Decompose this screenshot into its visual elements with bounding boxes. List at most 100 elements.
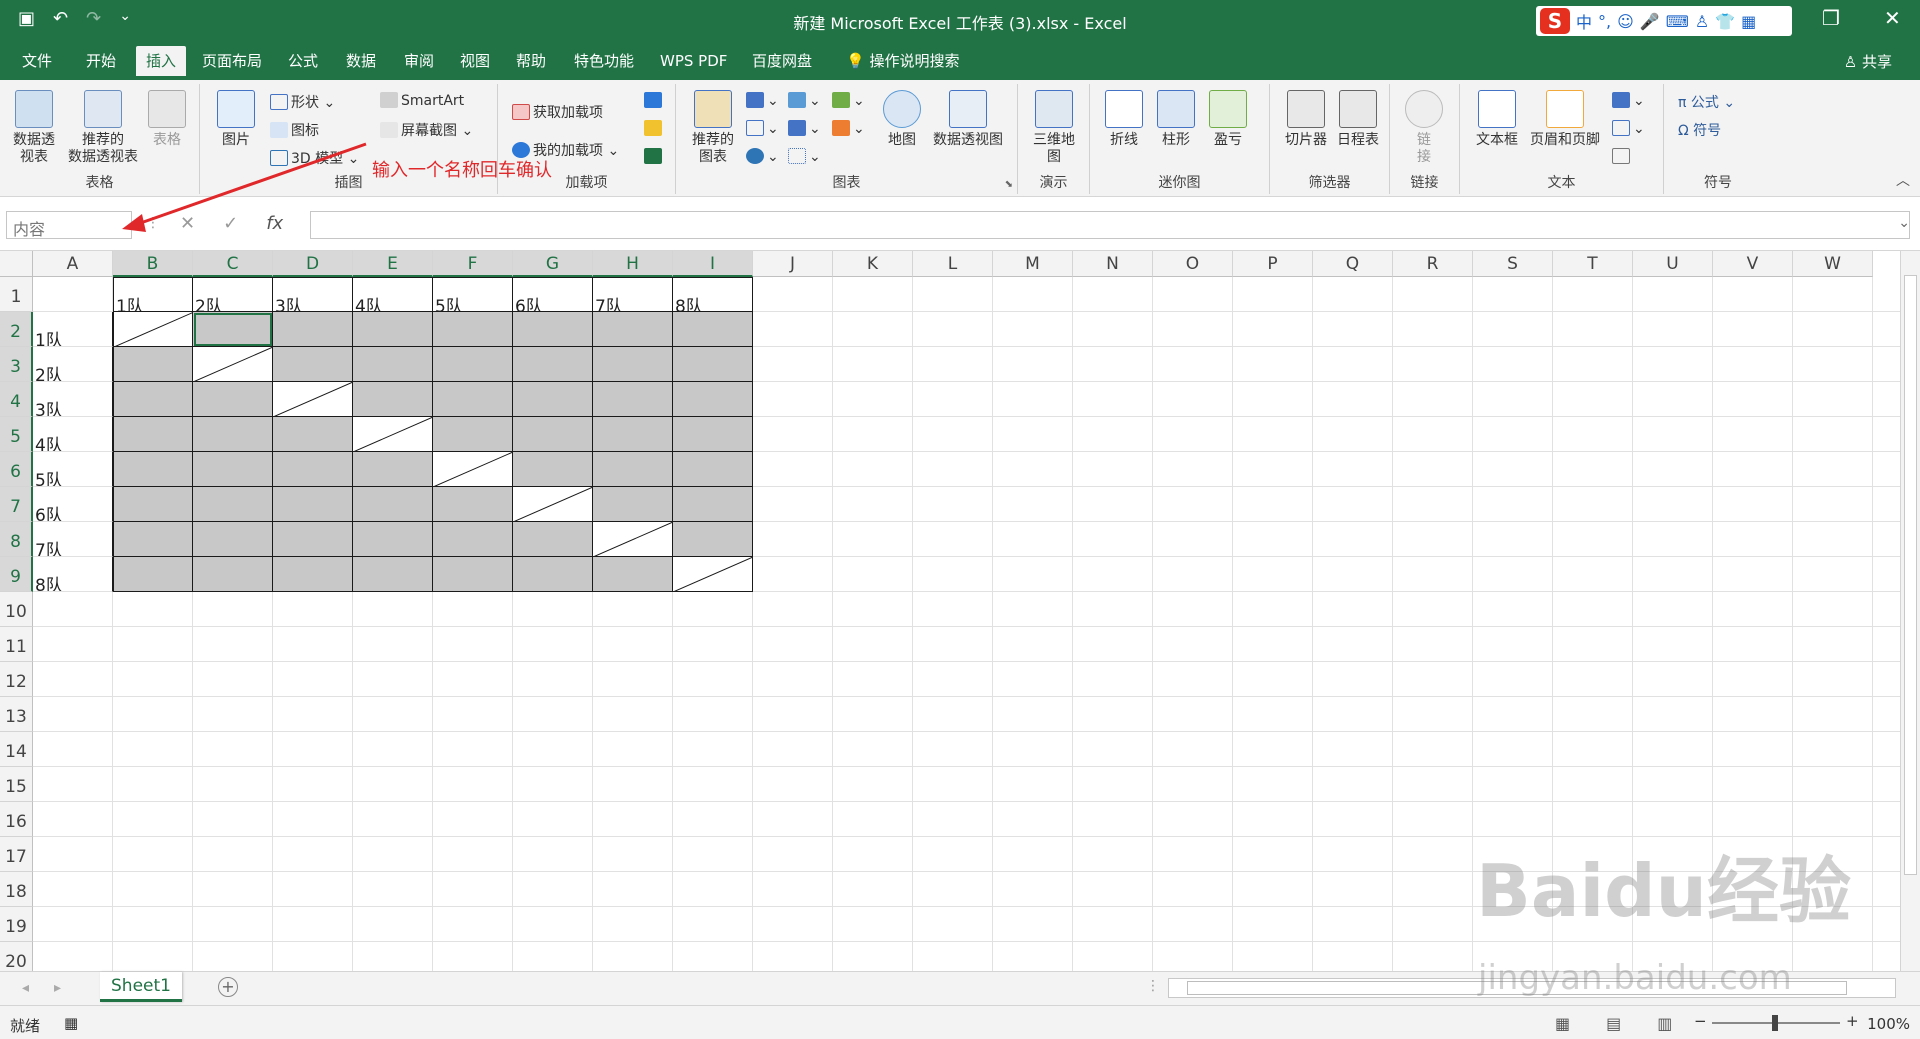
match-cell[interactable]: [593, 487, 673, 522]
match-cell[interactable]: [193, 557, 273, 592]
row-header-10[interactable]: 10: [0, 592, 33, 627]
column-header-p[interactable]: P: [1233, 251, 1313, 277]
column-header-k[interactable]: K: [833, 251, 913, 277]
diagonal-cell[interactable]: [113, 312, 193, 347]
zoom-slider-knob[interactable]: [1772, 1015, 1778, 1031]
column-header-v[interactable]: V: [1713, 251, 1793, 277]
team-row-label[interactable]: 2队: [33, 347, 113, 382]
match-cell[interactable]: [593, 347, 673, 382]
match-cell[interactable]: [353, 347, 433, 382]
prev-sheet-icon[interactable]: ◂: [22, 980, 29, 996]
zoom-in-icon[interactable]: +: [1846, 1012, 1859, 1030]
row-header-4[interactable]: 4: [0, 382, 33, 417]
column-header-m[interactable]: M: [993, 251, 1073, 277]
column-header-d[interactable]: D: [273, 251, 353, 277]
column-header-b[interactable]: B: [113, 251, 193, 277]
column-header-w[interactable]: W: [1793, 251, 1873, 277]
column-header-j[interactable]: J: [753, 251, 833, 277]
match-cell[interactable]: [193, 382, 273, 417]
match-cell[interactable]: [193, 487, 273, 522]
match-cell[interactable]: [433, 557, 513, 592]
match-cell[interactable]: [273, 417, 353, 452]
match-cell[interactable]: [193, 452, 273, 487]
match-cell[interactable]: [433, 522, 513, 557]
diagonal-cell[interactable]: [193, 347, 273, 382]
column-header-c[interactable]: C: [193, 251, 273, 277]
match-cell[interactable]: [513, 312, 593, 347]
match-cell[interactable]: [353, 522, 433, 557]
row-header-6[interactable]: 6: [0, 452, 33, 487]
match-cell[interactable]: [593, 382, 673, 417]
column-header-g[interactable]: G: [513, 251, 593, 277]
match-cell[interactable]: [513, 522, 593, 557]
match-cell[interactable]: [513, 452, 593, 487]
vertical-scroll-thumb[interactable]: [1904, 275, 1917, 875]
match-cell[interactable]: [593, 452, 673, 487]
diagonal-cell[interactable]: [353, 417, 433, 452]
match-cell[interactable]: [113, 522, 193, 557]
column-header-u[interactable]: U: [1633, 251, 1713, 277]
match-cell[interactable]: [113, 382, 193, 417]
match-cell[interactable]: [433, 417, 513, 452]
match-cell[interactable]: [193, 522, 273, 557]
row-header-17[interactable]: 17: [0, 837, 33, 872]
diagonal-cell[interactable]: [513, 487, 593, 522]
match-cell[interactable]: [113, 487, 193, 522]
match-cell[interactable]: [113, 347, 193, 382]
team-row-label[interactable]: 8队: [33, 557, 113, 592]
match-cell[interactable]: [433, 312, 513, 347]
column-header-a[interactable]: A: [33, 251, 113, 277]
match-cell[interactable]: [113, 452, 193, 487]
match-cell[interactable]: [593, 557, 673, 592]
match-cell[interactable]: [673, 347, 753, 382]
team-header-cell[interactable]: 5队: [433, 277, 513, 312]
match-cell[interactable]: [193, 312, 273, 347]
row-header-16[interactable]: 16: [0, 802, 33, 837]
row-header-9[interactable]: 9: [0, 557, 33, 592]
team-row-label[interactable]: 5队: [33, 452, 113, 487]
match-cell[interactable]: [513, 347, 593, 382]
match-cell[interactable]: [353, 487, 433, 522]
match-cell[interactable]: [673, 487, 753, 522]
match-cell[interactable]: [353, 382, 433, 417]
vertical-scrollbar[interactable]: [1900, 251, 1920, 971]
team-header-cell[interactable]: 3队: [273, 277, 353, 312]
column-header-r[interactable]: R: [1393, 251, 1473, 277]
add-sheet-icon[interactable]: +: [218, 977, 238, 997]
team-row-label[interactable]: 6队: [33, 487, 113, 522]
sheet-tab-sheet1[interactable]: Sheet1: [100, 972, 182, 1002]
next-sheet-icon[interactable]: ▸: [54, 980, 61, 996]
match-cell[interactable]: [273, 312, 353, 347]
column-header-f[interactable]: F: [433, 251, 513, 277]
match-cell[interactable]: [273, 557, 353, 592]
column-header-q[interactable]: Q: [1313, 251, 1393, 277]
match-cell[interactable]: [433, 347, 513, 382]
match-cell[interactable]: [673, 452, 753, 487]
row-header-14[interactable]: 14: [0, 732, 33, 767]
match-cell[interactable]: [353, 557, 433, 592]
match-cell[interactable]: [193, 417, 273, 452]
zoom-level[interactable]: 100%: [1867, 1015, 1910, 1033]
diagonal-cell[interactable]: [273, 382, 353, 417]
match-cell[interactable]: [353, 312, 433, 347]
diagonal-cell[interactable]: [673, 557, 753, 592]
normal-view-icon[interactable]: ▦: [1555, 1014, 1570, 1033]
match-cell[interactable]: [593, 312, 673, 347]
team-row-label[interactable]: 7队: [33, 522, 113, 557]
row-header-15[interactable]: 15: [0, 767, 33, 802]
row-header-7[interactable]: 7: [0, 487, 33, 522]
column-header-h[interactable]: H: [593, 251, 673, 277]
column-header-n[interactable]: N: [1073, 251, 1153, 277]
match-cell[interactable]: [273, 487, 353, 522]
select-all-corner[interactable]: [0, 251, 33, 277]
diagonal-cell[interactable]: [593, 522, 673, 557]
match-cell[interactable]: [673, 382, 753, 417]
match-cell[interactable]: [513, 417, 593, 452]
team-header-cell[interactable]: 1队: [113, 277, 193, 312]
team-header-cell[interactable]: 8队: [673, 277, 753, 312]
match-cell[interactable]: [513, 557, 593, 592]
column-header-o[interactable]: O: [1153, 251, 1233, 277]
match-cell[interactable]: [273, 347, 353, 382]
column-header-e[interactable]: E: [353, 251, 433, 277]
row-header-11[interactable]: 11: [0, 627, 33, 662]
